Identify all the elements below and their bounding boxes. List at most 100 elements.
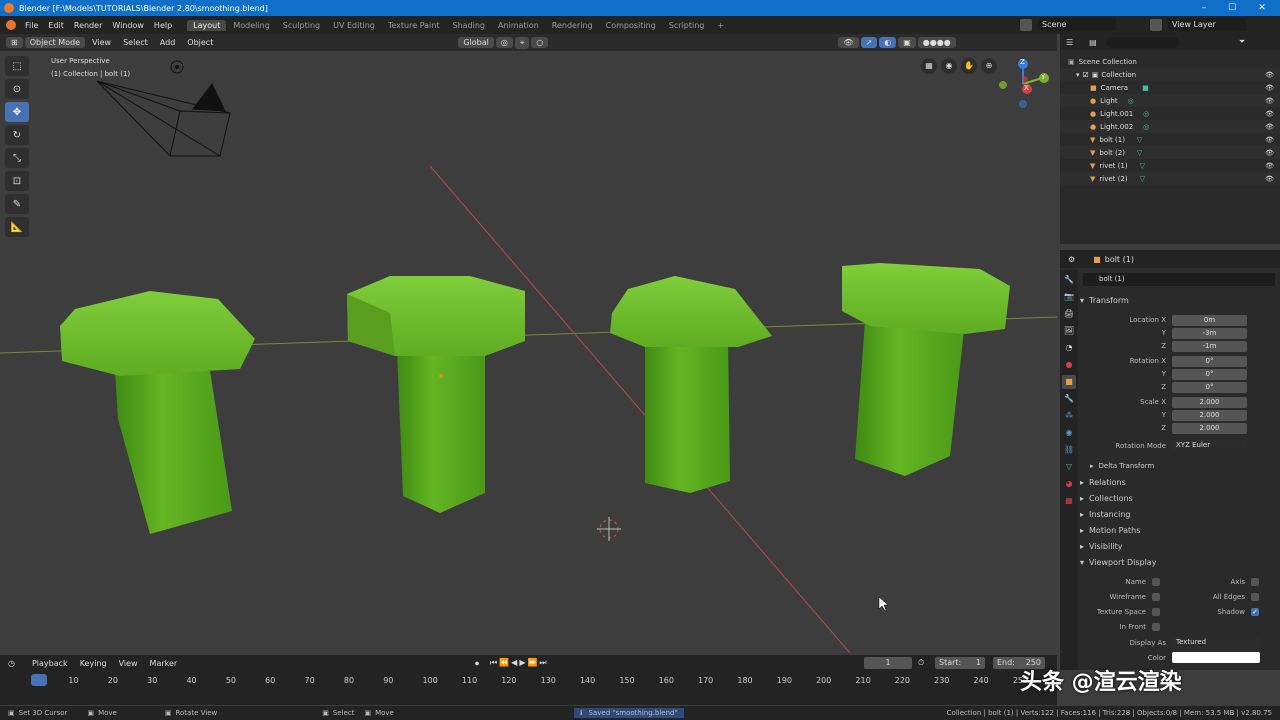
gizmo-toggle-icon[interactable]: ↗ — [860, 37, 878, 48]
outliner-item-camera[interactable]: ■ Camera ■ 👁 — [1060, 81, 1280, 94]
transform-tool-icon[interactable]: ⊡ — [5, 171, 29, 191]
rotation-y-field[interactable]: 0° — [1172, 369, 1247, 380]
vd-texture-space-checkbox[interactable] — [1152, 608, 1160, 616]
menu-help[interactable]: Help — [149, 21, 177, 30]
eye-icon[interactable]: 👁 — [1265, 110, 1274, 118]
proportional-edit-icon[interactable]: ○ — [531, 37, 549, 48]
object-menu[interactable]: Object — [182, 37, 218, 48]
vd-in-front-checkbox[interactable] — [1152, 623, 1160, 631]
shading-mode-icon[interactable]: ●●●● — [917, 37, 956, 48]
tab-uv-editing[interactable]: UV Editing — [327, 20, 381, 31]
motion-paths-panel[interactable]: ▸ Motion Paths — [1080, 523, 1275, 537]
editor-type-icon[interactable]: ⊞ — [6, 37, 23, 48]
physics-tab-icon[interactable]: ◉ — [1062, 426, 1076, 440]
vd-shadow-checkbox[interactable]: ✓ — [1251, 608, 1259, 616]
outliner-item-bolt-2[interactable]: ▼ bolt (2) ▽ 👁 — [1060, 146, 1280, 159]
filter-icon[interactable]: ⏷ — [1239, 37, 1245, 47]
outliner-item-light-002[interactable]: ● Light.002 ◎ 👁 — [1060, 120, 1280, 133]
outliner-item-light-001[interactable]: ● Light.001 ◎ 👁 — [1060, 107, 1280, 120]
output-tab-icon[interactable]: 🖨 — [1062, 307, 1076, 321]
rotation-x-field[interactable]: 0° — [1172, 356, 1247, 367]
minimize-button[interactable]: – — [1190, 0, 1218, 16]
vd-color-swatch[interactable] — [1172, 652, 1260, 663]
timeline-ruler[interactable]: 1102030405060708090100110120130140150160… — [0, 655, 1057, 705]
outliner-search-input[interactable] — [1106, 36, 1179, 48]
mode-selector[interactable]: Object Mode — [24, 37, 86, 48]
location-y-field[interactable]: -3m — [1172, 328, 1247, 339]
scale-tool-icon[interactable]: ⤡ — [5, 148, 29, 168]
close-button[interactable]: ✕ — [1248, 0, 1276, 16]
view-menu[interactable]: View — [87, 37, 116, 48]
rotation-mode-dropdown[interactable]: XYZ Euler — [1172, 440, 1247, 451]
outliner-item-bolt-1[interactable]: ▼ bolt (1) ▽ 👁 — [1060, 133, 1280, 146]
vd-display-as-dropdown[interactable]: Textured — [1172, 637, 1260, 648]
rotation-z-field[interactable]: 0° — [1172, 382, 1247, 393]
tab-rendering[interactable]: Rendering — [546, 20, 599, 31]
select-box-tool-icon[interactable]: ⬚ — [5, 56, 29, 76]
scale-x-field[interactable]: 2.000 — [1172, 397, 1247, 408]
transform-panel-header[interactable]: ▾ Transform — [1080, 293, 1275, 307]
menu-file[interactable]: File — [20, 21, 43, 30]
world-tab-icon[interactable]: ● — [1062, 358, 1076, 372]
add-workspace-button[interactable]: + — [711, 20, 730, 31]
constraints-tab-icon[interactable]: ⛓ — [1062, 443, 1076, 457]
tab-layout[interactable]: Layout — [187, 19, 227, 31]
navigation-gizmo[interactable]: Z Y X — [995, 56, 1055, 116]
viewport-display-panel[interactable]: ▾ Viewport Display — [1080, 555, 1275, 569]
visibility-panel[interactable]: ▸ Visibility — [1080, 539, 1275, 553]
snap-icon[interactable]: ⌖ — [514, 36, 530, 49]
visibility-icon[interactable]: 👁 — [838, 37, 859, 48]
properties-editor-icon[interactable]: ⚙ — [1068, 255, 1075, 264]
xray-icon[interactable]: ▣ — [898, 37, 916, 48]
scene-selector[interactable]: Scene — [1038, 18, 1116, 31]
tab-modeling[interactable]: Modeling — [227, 20, 275, 31]
eye-icon[interactable]: 👁 — [1265, 149, 1274, 157]
outliner-scene-collection[interactable]: ▣ Scene Collection — [1060, 55, 1280, 68]
instancing-panel[interactable]: ▸ Instancing — [1080, 507, 1275, 521]
modifier-tab-icon[interactable]: 🔧 — [1062, 392, 1076, 406]
tool-tab-icon[interactable]: 🔧 — [1062, 273, 1076, 287]
view-layer-tab-icon[interactable]: 🖼 — [1062, 324, 1076, 338]
eye-icon[interactable]: 👁 — [1265, 84, 1274, 92]
eye-icon[interactable]: 👁 — [1265, 71, 1274, 79]
expand-icon[interactable]: ▾ — [1076, 71, 1080, 79]
eye-icon[interactable]: 👁 — [1265, 123, 1274, 131]
eye-icon[interactable]: 👁 — [1265, 136, 1274, 144]
relations-panel[interactable]: ▸ Relations — [1080, 475, 1275, 489]
blender-menu-icon[interactable] — [6, 20, 16, 30]
add-menu[interactable]: Add — [155, 37, 181, 48]
outliner-editor-icon[interactable]: ☰ — [1066, 38, 1073, 47]
cursor-tool-icon[interactable]: ⊙ — [5, 79, 29, 99]
object-tab-icon[interactable]: ■ — [1062, 375, 1076, 389]
scale-z-field[interactable]: 2.000 — [1172, 423, 1247, 434]
object-datablock-field[interactable]: bolt (1) — [1083, 273, 1275, 286]
tab-scripting[interactable]: Scripting — [663, 20, 711, 31]
scene-tab-icon[interactable]: ◔ — [1062, 341, 1076, 355]
vd-name-checkbox[interactable] — [1152, 578, 1160, 586]
menu-edit[interactable]: Edit — [43, 21, 69, 30]
eye-icon[interactable]: 👁 — [1265, 162, 1274, 170]
location-x-field[interactable]: 0m — [1172, 315, 1247, 326]
render-tab-icon[interactable]: 📷 — [1062, 290, 1076, 304]
playhead[interactable] — [31, 674, 47, 686]
eye-icon[interactable]: 👁 — [1265, 175, 1274, 183]
menu-window[interactable]: Window — [107, 21, 149, 30]
tab-shading[interactable]: Shading — [446, 20, 491, 31]
select-menu[interactable]: Select — [118, 37, 153, 48]
vd-wireframe-checkbox[interactable] — [1152, 593, 1160, 601]
3d-viewport[interactable]: User Perspective (1) Collection | bolt (… — [0, 51, 1057, 653]
tab-animation[interactable]: Animation — [492, 20, 545, 31]
move-tool-icon[interactable]: ✥ — [5, 102, 29, 122]
menu-render[interactable]: Render — [69, 21, 107, 30]
overlay-toggle-icon[interactable]: ◐ — [879, 37, 897, 48]
orientation-selector[interactable]: Global — [458, 37, 494, 48]
view-layer-selector[interactable]: View Layer — [1168, 18, 1246, 31]
annotate-tool-icon[interactable]: ✎ — [5, 194, 29, 214]
vd-axis-checkbox[interactable] — [1251, 578, 1259, 586]
material-tab-icon[interactable]: ◕ — [1062, 477, 1076, 491]
pivot-icon[interactable]: ◎ — [495, 37, 513, 48]
measure-tool-icon[interactable]: 📐 — [5, 217, 29, 237]
delta-transform-panel[interactable]: ▸ Delta Transform — [1090, 459, 1280, 473]
outliner-collection[interactable]: ▾ ☑ ▣ Collection 👁 — [1060, 68, 1280, 81]
vd-all-edges-checkbox[interactable] — [1251, 593, 1259, 601]
